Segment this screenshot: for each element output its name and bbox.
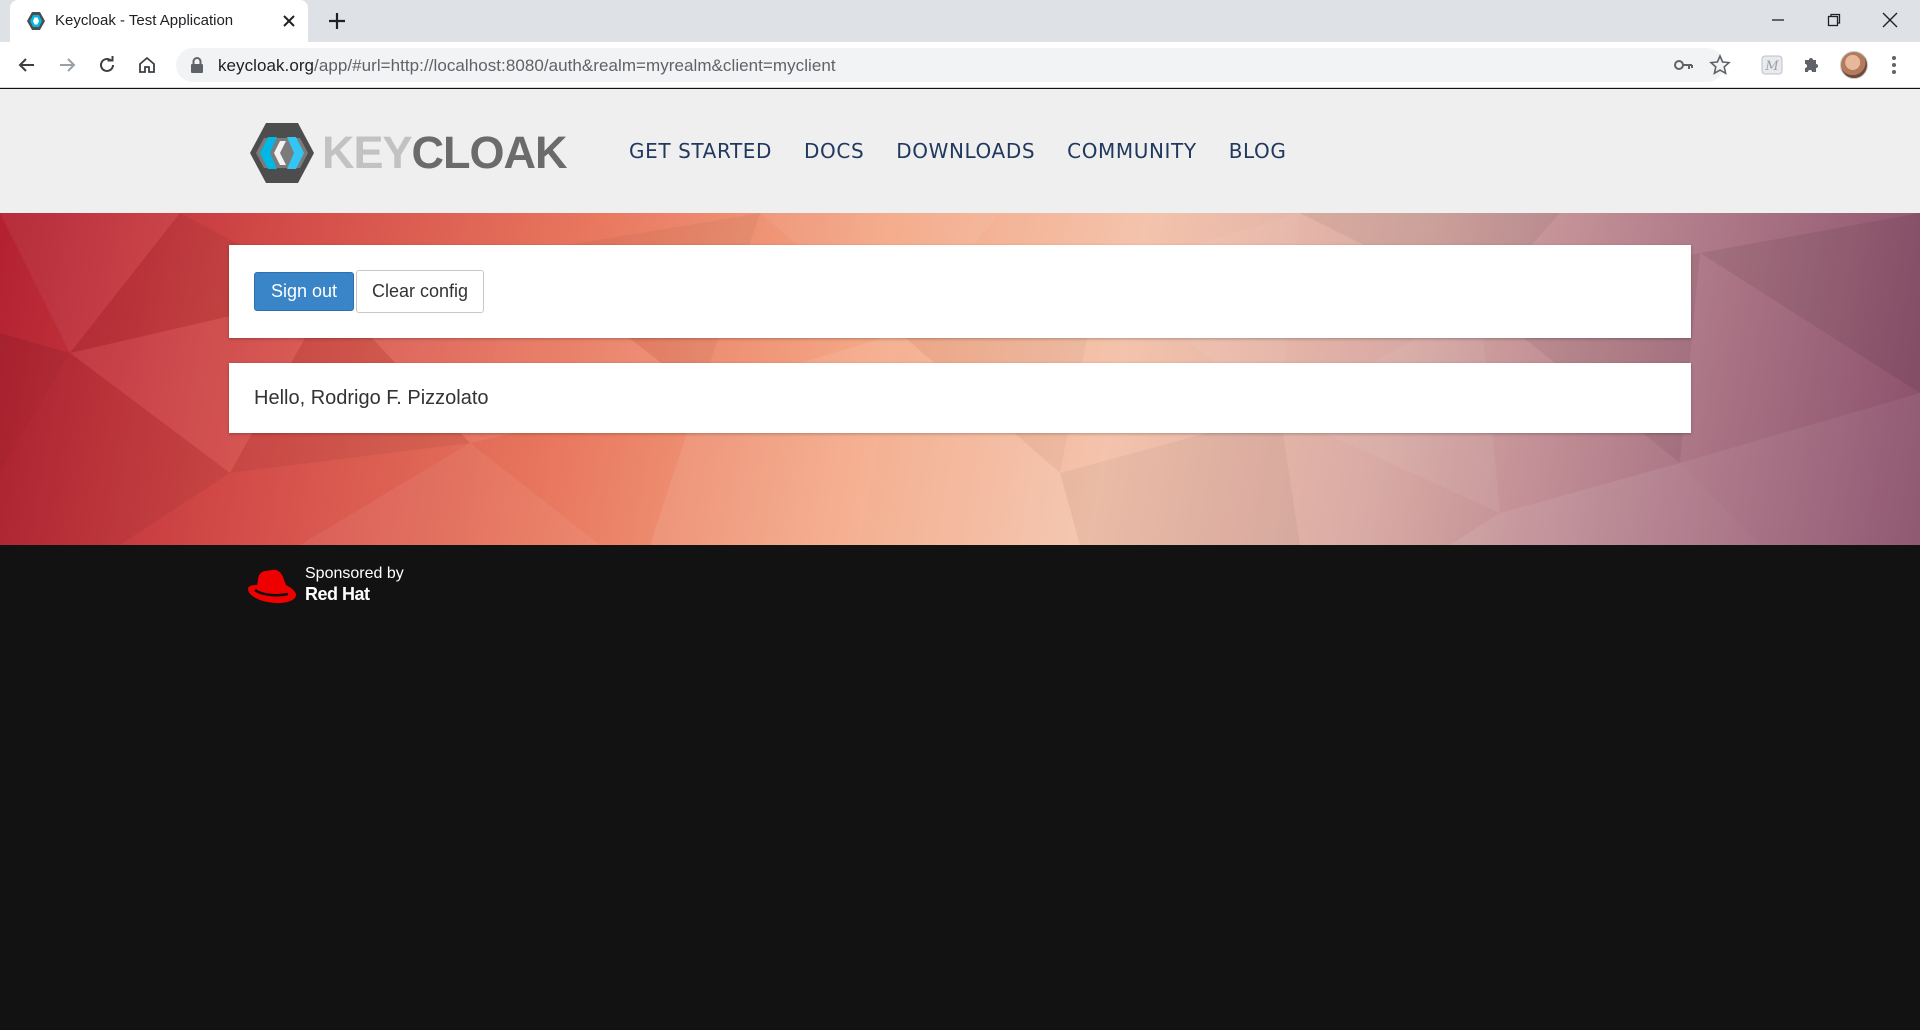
back-icon[interactable] <box>15 53 39 77</box>
new-tab-icon[interactable] <box>326 10 348 32</box>
extension-m-icon[interactable]: M <box>1760 53 1784 77</box>
red-hat-sponsor-logo[interactable]: Sponsored by Red Hat <box>246 565 416 609</box>
extensions-puzzle-icon[interactable] <box>1800 53 1824 77</box>
tab-title: Keycloak - Test Application <box>55 12 234 29</box>
keycloak-logo[interactable]: KEYCLOAK <box>250 121 568 185</box>
nav-docs[interactable]: DOCS <box>804 139 864 163</box>
minimize-icon[interactable] <box>1750 0 1806 40</box>
sponsor-name-text: Red Hat <box>305 584 370 604</box>
svg-text:M: M <box>1764 59 1779 74</box>
hero-background: Sign out Clear config Hello, Rodrigo F. … <box>0 213 1920 545</box>
menu-kebab-icon[interactable] <box>1882 53 1906 77</box>
site-footer: Sponsored by Red Hat <box>0 545 1920 1030</box>
close-tab-icon[interactable] <box>280 12 298 30</box>
site-nav: GET STARTED DOCS DOWNLOADS COMMUNITY BLO… <box>629 139 1287 163</box>
restore-icon[interactable] <box>1806 0 1862 40</box>
keycloak-hexagon-icon <box>250 123 314 183</box>
url-host: keycloak.org <box>218 56 315 75</box>
forward-icon[interactable] <box>55 53 79 77</box>
sponsored-by-text: Sponsored by <box>305 565 404 582</box>
nav-get-started[interactable]: GET STARTED <box>629 139 772 163</box>
address-bar[interactable]: keycloak.org/app/#url=http://localhost:8… <box>176 48 1731 82</box>
url-path: /app/#url=http://localhost:8080/auth&rea… <box>314 56 836 75</box>
greeting-text: Hello, Rodrigo F. Pizzolato <box>254 387 489 409</box>
nav-community[interactable]: COMMUNITY <box>1067 139 1197 163</box>
browser-toolbar: keycloak.org/app/#url=http://localhost:8… <box>0 42 1920 88</box>
browser-tab-strip: Keycloak - Test Application <box>0 0 1920 42</box>
greeting-card: Hello, Rodrigo F. Pizzolato <box>229 363 1691 433</box>
nav-blog[interactable]: BLOG <box>1229 139 1287 163</box>
logo-text-light: KEY <box>322 127 413 178</box>
nav-downloads[interactable]: DOWNLOADS <box>896 139 1035 163</box>
url-text: keycloak.org/app/#url=http://localhost:8… <box>218 56 836 76</box>
home-icon[interactable] <box>135 53 159 77</box>
profile-avatar[interactable] <box>1840 51 1868 79</box>
red-hat-fedora-icon <box>248 569 296 603</box>
bookmark-star-icon[interactable] <box>1709 54 1731 76</box>
site-header: KEYCLOAK GET STARTED DOCS DOWNLOADS COMM… <box>0 89 1920 213</box>
keycloak-favicon-icon <box>27 12 45 30</box>
key-icon[interactable] <box>1672 54 1694 76</box>
logo-wordmark: KEYCLOAK <box>322 127 568 179</box>
lock-icon <box>191 57 203 73</box>
close-window-icon[interactable] <box>1862 0 1918 40</box>
clear-config-button[interactable]: Clear config <box>356 270 485 313</box>
logo-text-dark: CLOAK <box>411 127 568 178</box>
actions-card: Sign out Clear config <box>229 245 1691 338</box>
reload-icon[interactable] <box>95 53 119 77</box>
browser-tab[interactable]: Keycloak - Test Application <box>10 0 308 42</box>
sign-out-button[interactable]: Sign out <box>254 272 355 311</box>
